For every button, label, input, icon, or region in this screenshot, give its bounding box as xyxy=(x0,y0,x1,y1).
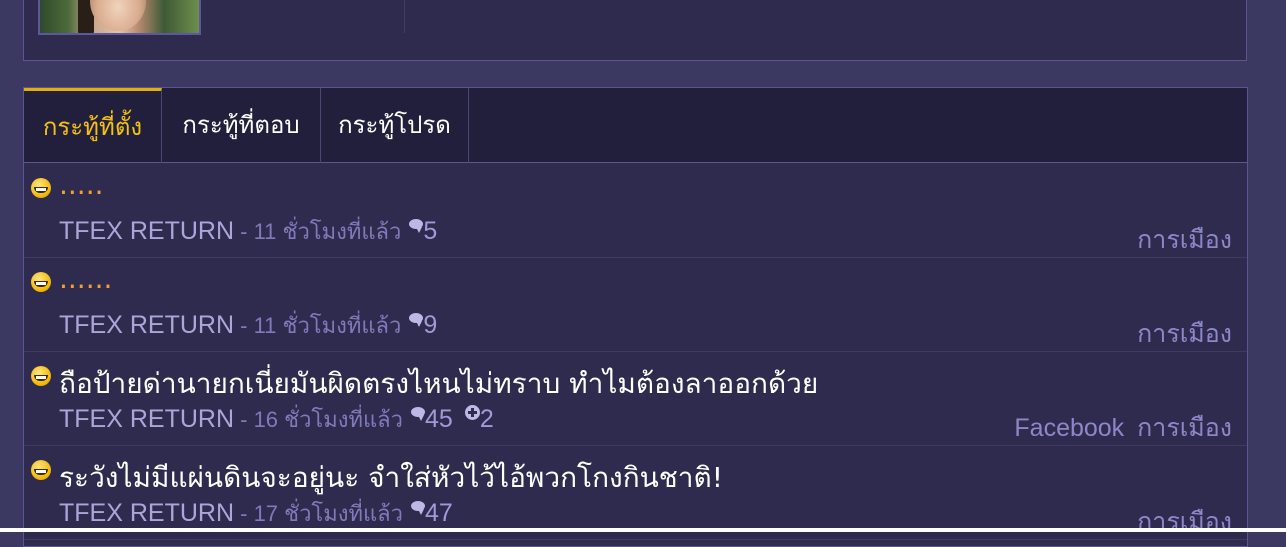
tab-favorite-topics[interactable]: กระทู้โปรด xyxy=(321,88,469,163)
smiley-icon xyxy=(31,272,51,292)
plus-icon xyxy=(464,405,480,420)
tag-link[interactable]: การเมือง xyxy=(1137,226,1232,254)
topic-tags: Facebook การเมือง xyxy=(1008,408,1232,448)
topic-title[interactable]: ...... xyxy=(59,262,112,295)
smiley-icon xyxy=(31,460,51,480)
plus-count: 2 xyxy=(479,405,494,433)
topic-time: 11 ชั่วโมงที่แล้ว xyxy=(253,313,402,338)
tag-link[interactable]: Facebook xyxy=(1014,414,1124,442)
tag-link[interactable]: การเมือง xyxy=(1137,320,1232,348)
topic-title[interactable]: ถือป้ายด่านายกเนี่ยมันผิดตรงไหนไม่ทราบ ท… xyxy=(59,362,818,406)
bottom-strip xyxy=(0,528,1286,532)
topic-tags: การเมือง xyxy=(1131,314,1232,354)
topic-meta: TFEX RETURN - 16 ชั่วโมงที่แล้ว 45 2 xyxy=(59,402,494,437)
topics-panel: กระทู้ที่ตั้ง กระทู้ที่ตอบ กระทู้โปรด ..… xyxy=(23,87,1248,547)
meta-separator: - xyxy=(234,501,254,526)
topic-meta: TFEX RETURN - 17 ชั่วโมงที่แล้ว 47 xyxy=(59,496,453,531)
comment-count: 9 xyxy=(423,311,438,339)
avatar[interactable] xyxy=(38,0,201,35)
meta-separator: - xyxy=(234,219,254,244)
topic-title[interactable]: ระวังไม่มีแผ่นดินจะอยู่นะ จำใส่หัวไว้ไอ้… xyxy=(59,456,723,500)
comment-count: 5 xyxy=(423,217,438,245)
topic-row: ...... TFEX RETURN - 11 ชั่วโมงที่แล้ว 9 … xyxy=(24,258,1247,352)
comment-icon xyxy=(409,219,424,233)
author-link[interactable]: TFEX RETURN xyxy=(59,311,234,339)
meta-separator: - xyxy=(234,313,254,338)
comment-icon xyxy=(409,313,424,327)
tab-created-topics[interactable]: กระทู้ที่ตั้ง xyxy=(24,88,162,163)
topic-time: 17 ชั่วโมงที่แล้ว xyxy=(253,501,404,526)
topic-meta: TFEX RETURN - 11 ชั่วโมงที่แล้ว 9 xyxy=(59,308,437,343)
comment-icon xyxy=(411,407,426,421)
topic-tags: การเมือง xyxy=(1131,220,1232,260)
author-link[interactable]: TFEX RETURN xyxy=(59,499,234,527)
tag-link[interactable]: การเมือง xyxy=(1137,414,1232,442)
profile-divider xyxy=(404,0,405,33)
topic-time: 16 ชั่วโมงที่แล้ว xyxy=(253,407,404,432)
topic-title[interactable]: ..... xyxy=(59,168,104,201)
author-link[interactable]: TFEX RETURN xyxy=(59,217,234,245)
profile-box xyxy=(23,0,1247,61)
comment-count: 45 xyxy=(425,405,453,433)
smiley-icon xyxy=(31,366,51,386)
meta-separator: - xyxy=(234,407,254,432)
smiley-icon xyxy=(31,178,51,198)
topic-row: ถือป้ายด่านายกเนี่ยมันผิดตรงไหนไม่ทราบ ท… xyxy=(24,352,1247,446)
topic-row: ระวังไม่มีแผ่นดินจะอยู่นะ จำใส่หัวไว้ไอ้… xyxy=(24,446,1247,540)
author-link[interactable]: TFEX RETURN xyxy=(59,405,234,433)
avatar-face xyxy=(90,0,146,31)
topic-time: 11 ชั่วโมงที่แล้ว xyxy=(253,219,402,244)
tab-replied-topics[interactable]: กระทู้ที่ตอบ xyxy=(162,88,321,163)
topic-meta: TFEX RETURN - 11 ชั่วโมงที่แล้ว 5 xyxy=(59,214,437,249)
tab-bar: กระทู้ที่ตั้ง กระทู้ที่ตอบ กระทู้โปรด xyxy=(24,88,1247,163)
comment-count: 47 xyxy=(425,499,453,527)
comment-icon xyxy=(411,501,426,515)
topic-row: ..... TFEX RETURN - 11 ชั่วโมงที่แล้ว 5 ก… xyxy=(24,164,1247,258)
topic-tags: การเมือง xyxy=(1131,502,1232,542)
